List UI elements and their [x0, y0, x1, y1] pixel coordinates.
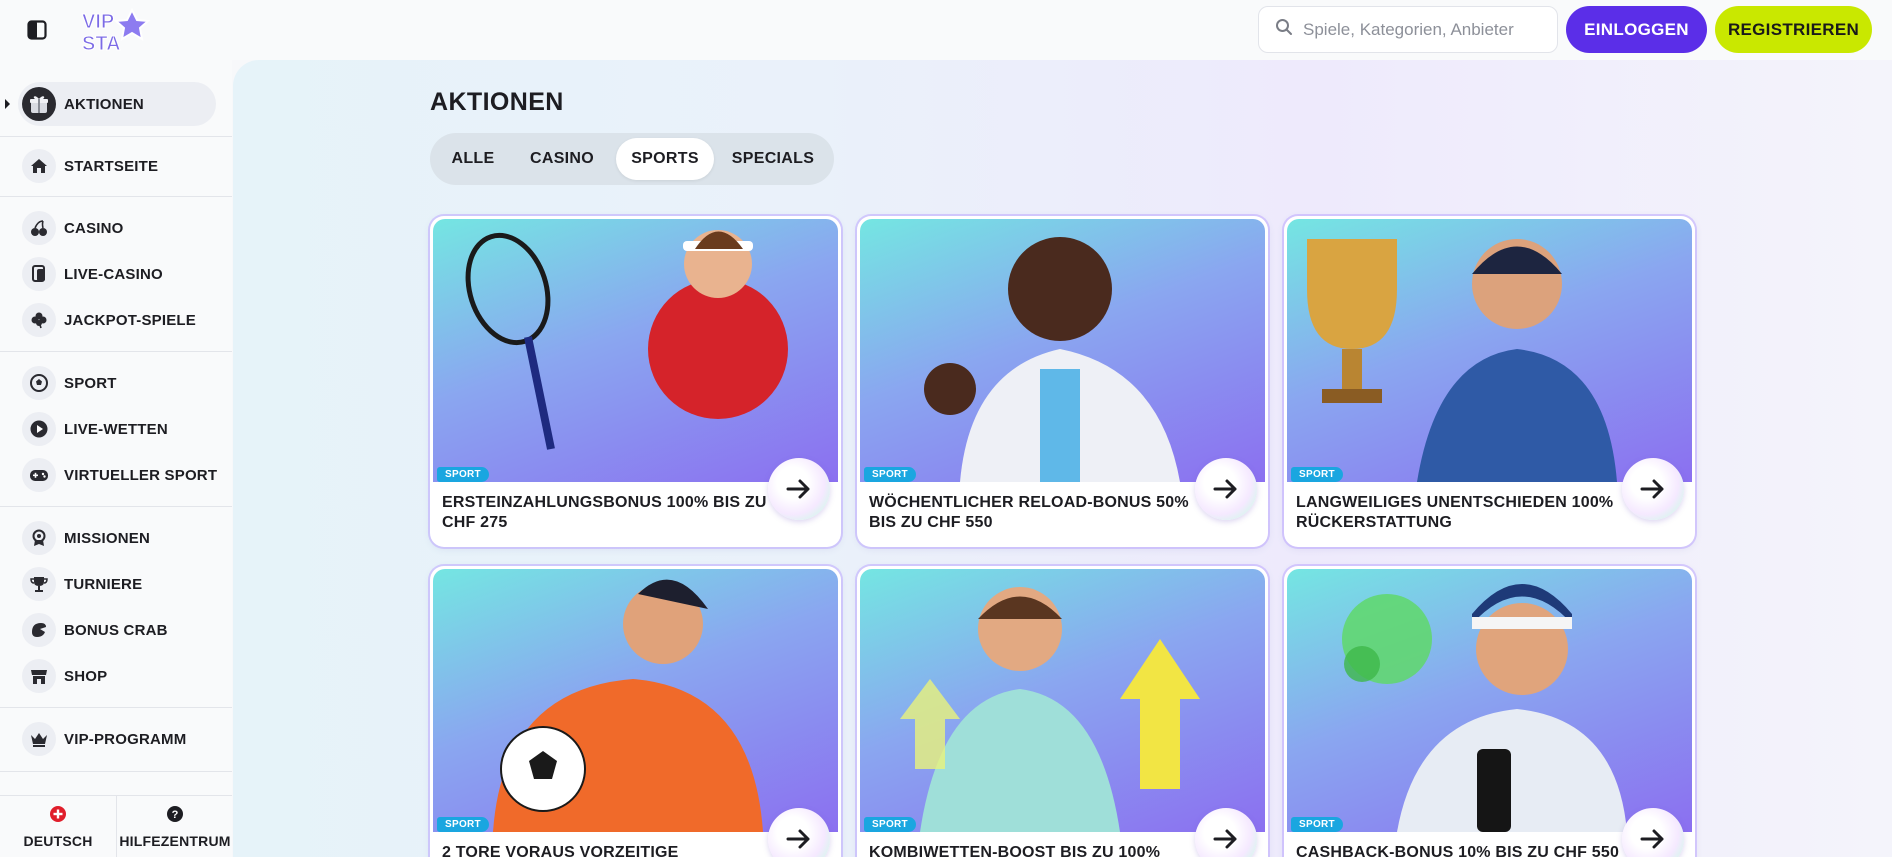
sidebar-item-turniere[interactable]: TURNIERE: [0, 562, 232, 606]
help-label: HILFEZENTRUM: [119, 832, 231, 849]
logo[interactable]: VIP STA: [78, 6, 152, 56]
cherries-icon: [22, 211, 56, 245]
gamepad-icon: [22, 458, 56, 492]
promo-image-tennis: SPORT: [433, 219, 838, 482]
sidebar-item-label: SPORT: [64, 374, 117, 392]
sidebar-item-label: TURNIERE: [64, 575, 143, 593]
tab-casino[interactable]: CASINO: [511, 138, 613, 180]
promo-image-trophy: SPORT: [1287, 219, 1692, 482]
divider: [0, 196, 232, 197]
sidebar-item-aktionen[interactable]: AKTIONEN: [0, 82, 232, 126]
sidebar: AKTIONEN STARTSEITE CASINO LIVE-CASINO J…: [0, 60, 232, 857]
promo-card[interactable]: SPORT 2 TORE VORAUS VORZEITIGE: [430, 566, 841, 857]
sidebar-item-live-casino[interactable]: LIVE-CASINO: [0, 252, 232, 296]
filter-tabs: ALLE CASINO SPORTS SPECIALS: [430, 133, 834, 185]
language-label: DEUTSCH: [23, 832, 93, 849]
promo-card[interactable]: SPORT LANGWEILIGES UNENTSCHIEDEN 100% RÜ…: [1284, 216, 1695, 547]
register-button[interactable]: REGISTRIEREN: [1715, 6, 1872, 53]
sidebar-item-label: LIVE-WETTEN: [64, 420, 168, 438]
trophy-icon: [22, 567, 56, 601]
sidebar-item-label: VIP-PROGRAMM: [64, 730, 187, 748]
clover-icon: [22, 303, 56, 337]
search-box[interactable]: [1258, 6, 1558, 53]
sidebar-item-virtueller-sport[interactable]: VIRTUELLER SPORT: [0, 453, 232, 497]
sidebar-item-label: CASINO: [64, 219, 124, 237]
crab-claw-icon: [22, 613, 56, 647]
sidebar-item-label: JACKPOT-SPIELE: [64, 311, 196, 329]
login-button[interactable]: EINLOGGEN: [1566, 6, 1707, 53]
sidebar-item-label: VIRTUELLER SPORT: [64, 466, 218, 484]
soccer-ball-icon: [22, 366, 56, 400]
promo-title: KOMBIWETTEN-BOOST BIS ZU 100%: [869, 844, 1161, 857]
sidebar-item-label: STARTSEITE: [64, 157, 159, 175]
divider: [0, 136, 232, 137]
sidebar-item-casino[interactable]: CASINO: [0, 206, 232, 250]
arrow-right-icon[interactable]: [1622, 458, 1684, 520]
sidebar-item-label: AKTIONEN: [64, 95, 144, 113]
divider: [0, 707, 232, 708]
active-caret-icon: [5, 99, 10, 109]
sidebar-item-jackpot[interactable]: JACKPOT-SPIELE: [0, 298, 232, 342]
sidebar-item-live-wetten[interactable]: LIVE-WETTEN: [0, 407, 232, 451]
crown-icon: [22, 722, 56, 756]
promo-image-soccer: SPORT: [433, 569, 838, 832]
promo-title: ERSTEINZAHLUNGSBONUS 100% BIS ZU CHF 275: [442, 494, 767, 531]
category-badge: SPORT: [864, 467, 916, 482]
promo-card[interactable]: SPORT WÖCHENTLICHER RELOAD-BONUS 50% BIS…: [857, 216, 1268, 547]
category-badge: SPORT: [1291, 817, 1343, 832]
sidebar-item-missionen[interactable]: MISSIONEN: [0, 516, 232, 560]
promo-image-cashback: SPORT: [1287, 569, 1692, 832]
help-center-link[interactable]: ? HILFEZENTRUM: [118, 796, 232, 857]
search-icon: [1275, 18, 1293, 41]
promo-image-combi: SPORT: [860, 569, 1265, 832]
page-title: AKTIONEN: [430, 88, 564, 116]
svg-text:?: ?: [172, 809, 179, 821]
divider: [0, 351, 232, 352]
promo-card[interactable]: SPORT CASHBACK-BONUS 10% BIS ZU CHF 550: [1284, 566, 1695, 857]
search-input[interactable]: [1303, 19, 1543, 40]
promo-card[interactable]: SPORT KOMBIWETTEN-BOOST BIS ZU 100%: [857, 566, 1268, 857]
category-badge: SPORT: [864, 817, 916, 832]
sidebar-item-bonus-crab[interactable]: BONUS CRAB: [0, 608, 232, 652]
promo-title: WÖCHENTLICHER RELOAD-BONUS 50% BIS ZU CH…: [869, 494, 1189, 531]
sidebar-item-label: LIVE-CASINO: [64, 265, 163, 283]
help-icon: ?: [167, 805, 183, 827]
sidebar-item-label: MISSIONEN: [64, 529, 150, 547]
gift-icon: [22, 87, 56, 121]
category-badge: SPORT: [437, 467, 489, 482]
sidebar-item-sport[interactable]: SPORT: [0, 361, 232, 405]
main-content: AKTIONEN ALLE CASINO SPORTS SPECIALS SPO…: [233, 60, 1892, 857]
promo-title: 2 TORE VORAUS VORZEITIGE: [442, 844, 679, 857]
sidebar-item-shop[interactable]: SHOP: [0, 654, 232, 698]
logo-text: VIP: [82, 11, 114, 33]
tab-sports[interactable]: SPORTS: [616, 138, 714, 180]
sidebar-footer: DEUTSCH ? HILFEZENTRUM: [0, 795, 232, 857]
logo-text-bottom: STA: [82, 33, 121, 54]
home-icon: [22, 149, 56, 183]
sidebar-item-label: SHOP: [64, 667, 108, 685]
cards-icon: [22, 257, 56, 291]
tab-alle[interactable]: ALLE: [435, 138, 511, 180]
sidebar-item-label: BONUS CRAB: [64, 621, 168, 639]
category-badge: SPORT: [1291, 467, 1343, 482]
sidebar-item-vip-programm[interactable]: VIP-PROGRAMM: [0, 717, 232, 761]
medal-icon: [22, 521, 56, 555]
arrow-right-icon[interactable]: [1195, 458, 1257, 520]
divider: [0, 771, 232, 772]
shop-icon: [22, 659, 56, 693]
tab-specials[interactable]: SPECIALS: [718, 138, 828, 180]
promo-title: CASHBACK-BONUS 10% BIS ZU CHF 550: [1296, 844, 1620, 857]
arrow-right-icon[interactable]: [768, 458, 830, 520]
language-selector[interactable]: DEUTSCH: [0, 796, 117, 857]
promo-card[interactable]: SPORT ERSTEINZAHLUNGSBONUS 100% BIS ZU C…: [430, 216, 841, 547]
category-badge: SPORT: [437, 817, 489, 832]
sidebar-toggle-icon[interactable]: [27, 20, 47, 40]
play-icon: [22, 412, 56, 446]
swiss-flag-icon: [50, 805, 66, 827]
promo-title: LANGWEILIGES UNENTSCHIEDEN 100% RÜCKERST…: [1296, 494, 1614, 531]
divider: [0, 506, 232, 507]
top-bar: VIP STA EINLOGGEN REGISTRIEREN: [0, 0, 1892, 60]
sidebar-item-startseite[interactable]: STARTSEITE: [0, 144, 232, 188]
promo-image-reload: SPORT: [860, 219, 1265, 482]
